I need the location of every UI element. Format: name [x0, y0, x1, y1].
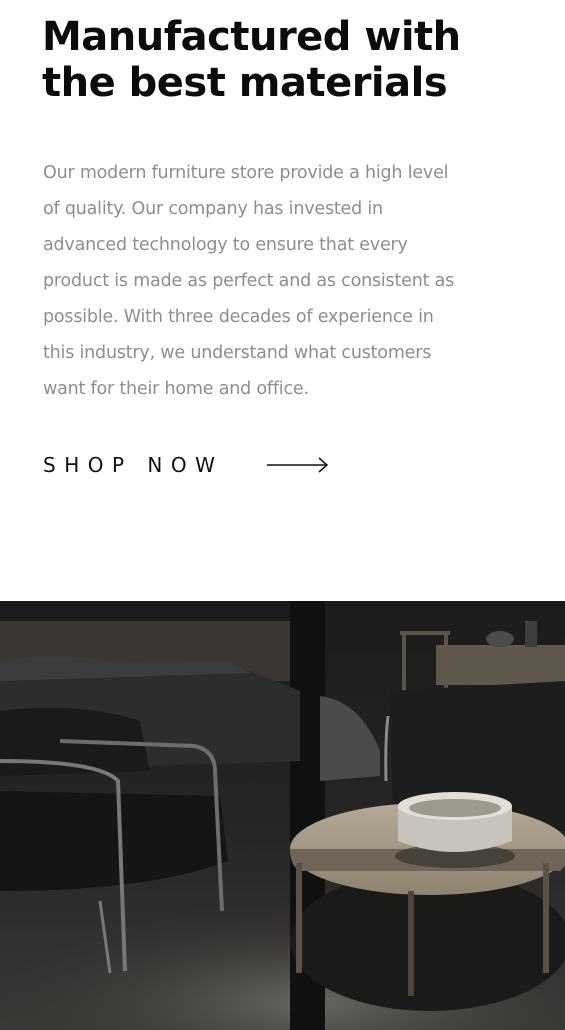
description-line: possible. With three decades of experien… — [43, 307, 434, 327]
description-line: want for their home and office. — [43, 379, 309, 399]
description-line: this industry, we understand what custom… — [43, 343, 432, 363]
shop-now-label: SHOP NOW — [43, 453, 224, 477]
description-line: product is made as perfect and as consis… — [43, 271, 455, 291]
heading-line-1: Manufactured with — [42, 14, 461, 60]
description-line: Our modern furniture store provide a hig… — [43, 163, 449, 183]
description-line: advanced technology to ensure that every — [43, 235, 408, 255]
heading-line-2: the best materials — [42, 60, 448, 106]
shop-now-link[interactable]: SHOP NOW — [43, 450, 329, 480]
section-description: Our modern furniture store provide a hig… — [43, 155, 523, 407]
furniture-showroom-photo — [0, 601, 565, 1030]
description-line: of quality. Our company has invested in — [43, 199, 383, 219]
section-heading: Manufactured with the best materials — [42, 14, 522, 106]
page: Manufactured with the best materials Our… — [0, 0, 565, 1030]
arrow-right-icon — [267, 457, 329, 473]
